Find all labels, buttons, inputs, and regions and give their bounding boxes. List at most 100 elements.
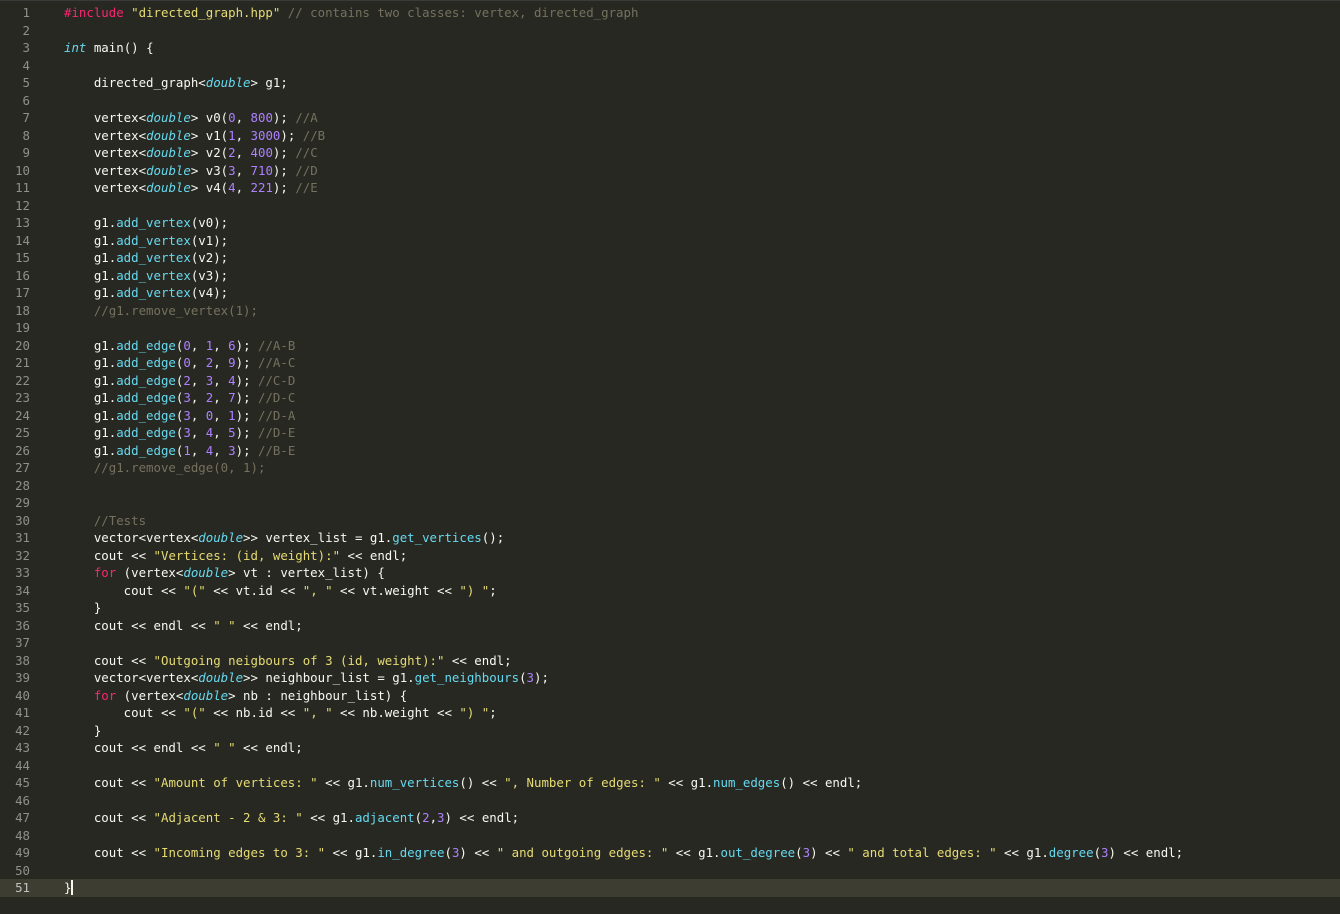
number-token: 1 <box>228 407 236 423</box>
number-token: 710 <box>250 162 273 178</box>
code-line[interactable]: 16 g1.add_vertex(v3); <box>0 267 1340 285</box>
code-text: vertex< <box>64 145 147 160</box>
line-number: 13 <box>15 215 30 230</box>
code-text: > g1; <box>250 75 288 90</box>
code-line[interactable]: 32 cout << "Vertices: (id, weight):" << … <box>0 547 1340 565</box>
code-line[interactable]: 43 cout << endl << " " << endl; <box>0 739 1340 757</box>
number-token: 7 <box>228 390 236 405</box>
code-line[interactable]: 44 <box>0 757 1340 775</box>
code-text: , <box>190 425 206 440</box>
string-token: ") " <box>459 705 490 720</box>
code-line[interactable]: 3 int main() { <box>0 39 1340 57</box>
line-content: } <box>64 879 74 897</box>
code-line[interactable]: 31 vector<vertex<double>> vertex_list = … <box>0 529 1340 547</box>
string-token: ", Number of edges: " <box>504 775 661 790</box>
number-token: 3 <box>228 442 236 458</box>
code-line[interactable]: 26 g1.add_edge(1, 4, 3); //B-E <box>0 442 1340 460</box>
code-line[interactable]: 50 <box>0 862 1340 880</box>
code-line[interactable]: 10 vertex<double> v3(3, 710); //D <box>0 162 1340 180</box>
code-text: << g1. <box>302 810 355 825</box>
code-line[interactable]: 48 <box>0 827 1340 845</box>
code-text: << endl; <box>444 652 512 668</box>
code-line[interactable]: 2 <box>0 22 1340 40</box>
code-line[interactable]: 38 cout << "Outgoing neigbours of 3 (id,… <box>0 652 1340 670</box>
comment-token: // contains two classes: vertex, directe… <box>280 5 639 20</box>
type-token: double <box>146 162 191 178</box>
code-line[interactable]: 15 g1.add_vertex(v2); <box>0 249 1340 267</box>
code-line[interactable]: 17 g1.add_vertex(v4); <box>0 284 1340 302</box>
code-line[interactable]: 37 <box>0 634 1340 652</box>
number-token: 2 <box>422 810 430 825</box>
code-text: << g1. <box>325 845 378 860</box>
code-line[interactable]: 23 g1.add_edge(3, 2, 7); //D-C <box>0 389 1340 407</box>
code-line[interactable]: 20 g1.add_edge(0, 1, 6); //A-B <box>0 337 1340 355</box>
code-line[interactable]: 4 <box>0 57 1340 75</box>
line-content: cout << "(" << vt.id << ", " << vt.weigh… <box>64 582 497 600</box>
type-token: double <box>198 670 244 685</box>
code-text: ) << <box>810 845 848 860</box>
comment-token: //D-C <box>258 390 296 405</box>
line-content: vertex<double> v4(4, 221); //E <box>64 179 318 197</box>
string-token: "(" <box>183 705 206 720</box>
code-line[interactable]: 27 //g1.remove_edge(0, 1); <box>0 459 1340 477</box>
line-content: vertex<double> v3(3, 710); //D <box>64 162 318 180</box>
code-text: , <box>213 337 229 353</box>
code-line[interactable]: 41 cout << "(" << nb.id << ", " << nb.we… <box>0 704 1340 722</box>
code-line[interactable]: 6 <box>0 92 1340 110</box>
type-token: double <box>146 127 191 143</box>
line-number: 17 <box>15 285 30 300</box>
code-line[interactable]: 42 } <box>0 722 1340 740</box>
code-line[interactable]: 39 vector<vertex<double>> neighbour_list… <box>0 669 1340 687</box>
code-line[interactable]: 12 <box>0 197 1340 215</box>
code-text: ; <box>489 705 497 720</box>
line-number: 6 <box>22 92 30 108</box>
code-line[interactable]: 14 g1.add_vertex(v1); <box>0 232 1340 250</box>
code-line[interactable]: 21 g1.add_edge(0, 2, 9); //A-C <box>0 354 1340 372</box>
line-content: cout << "Adjacent - 2 & 3: " << g1.adjac… <box>64 809 519 827</box>
preprocessor-token: #include <box>64 5 132 20</box>
code-text: , <box>190 355 206 370</box>
code-line[interactable]: 30 //Tests <box>0 512 1340 530</box>
code-line[interactable]: 46 <box>0 792 1340 810</box>
line-number: 14 <box>15 232 30 248</box>
code-line[interactable]: 13 g1.add_vertex(v0); <box>0 214 1340 232</box>
line-number: 16 <box>15 267 30 283</box>
number-token: 1 <box>228 127 236 143</box>
code-line[interactable]: 49 cout << "Incoming edges to 3: " << g1… <box>0 844 1340 862</box>
code-line[interactable]: 24 g1.add_edge(3, 0, 1); //D-A <box>0 407 1340 425</box>
code-line[interactable]: 35 } <box>0 599 1340 617</box>
code-line[interactable]: 11 vertex<double> v4(4, 221); //E <box>0 179 1340 197</box>
code-line[interactable]: 40 for (vertex<double> nb : neighbour_li… <box>0 687 1340 705</box>
code-line[interactable]: 51} <box>0 879 1340 897</box>
line-number: 27 <box>15 460 30 475</box>
code-text: , <box>213 355 229 370</box>
code-line[interactable]: 25 g1.add_edge(3, 4, 5); //D-E <box>0 424 1340 442</box>
code-line[interactable]: 33 for (vertex<double> vt : vertex_list)… <box>0 564 1340 582</box>
number-token: 800 <box>250 110 273 125</box>
line-number: 3 <box>22 40 30 55</box>
code-text: cout << <box>64 810 154 825</box>
line-number: 34 <box>15 582 30 598</box>
code-text: ); <box>280 127 303 143</box>
line-number: 22 <box>15 372 30 388</box>
code-line[interactable]: 34 cout << "(" << vt.id << ", " << vt.we… <box>0 582 1340 600</box>
code-line[interactable]: 29 <box>0 494 1340 512</box>
code-line[interactable]: 7 vertex<double> v0(0, 800); //A <box>0 109 1340 127</box>
code-line[interactable]: 45 cout << "Amount of vertices: " << g1.… <box>0 774 1340 792</box>
line-content: } <box>64 722 101 740</box>
code-line[interactable]: 8 vertex<double> v1(1, 3000); //B <box>0 127 1340 145</box>
code-line[interactable]: 18 //g1.remove_vertex(1); <box>0 302 1340 320</box>
code-editor[interactable]: 1 #include "directed_graph.hpp" // contai… <box>0 0 1340 914</box>
code-area[interactable]: 1 #include "directed_graph.hpp" // contai… <box>0 4 1340 897</box>
code-line[interactable]: 9 vertex<double> v2(2, 400); //C <box>0 144 1340 162</box>
code-line[interactable]: 47 cout << "Adjacent - 2 & 3: " << g1.ad… <box>0 809 1340 827</box>
code-line[interactable]: 1 #include "directed_graph.hpp" // contai… <box>0 4 1340 22</box>
code-line[interactable]: 22 g1.add_edge(2, 3, 4); //C-D <box>0 372 1340 390</box>
code-line[interactable]: 5 directed_graph<double> g1; <box>0 74 1340 92</box>
code-line[interactable]: 19 <box>0 319 1340 337</box>
code-text: << g1. <box>996 845 1049 860</box>
code-text: cout << <box>64 845 154 860</box>
code-line[interactable]: 36 cout << endl << " " << endl; <box>0 617 1340 635</box>
line-content: g1.add_edge(1, 4, 3); //B-E <box>64 442 296 460</box>
code-line[interactable]: 28 <box>0 477 1340 495</box>
